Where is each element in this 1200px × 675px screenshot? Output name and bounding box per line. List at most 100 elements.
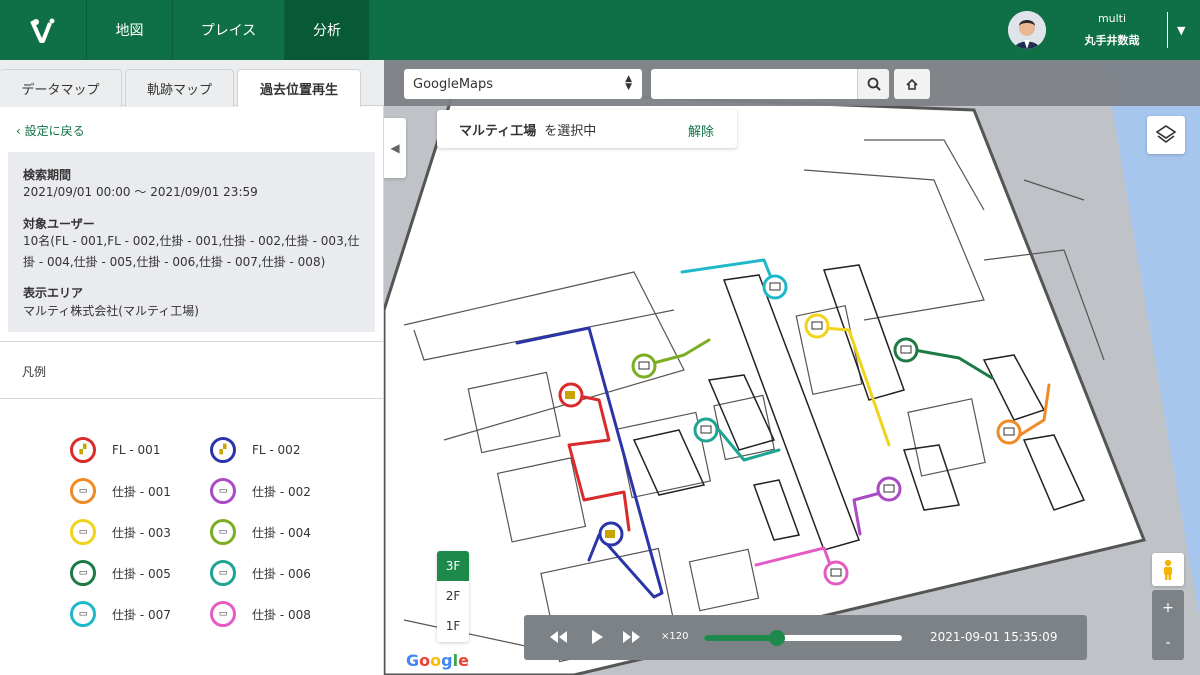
user-divider [1167, 12, 1168, 48]
panel-tabs: データマップ 軌跡マップ 過去位置再生 [0, 60, 384, 107]
user-name: multi [1097, 12, 1127, 25]
back-to-settings-link[interactable]: ‹ 設定に戻る [16, 122, 85, 139]
marker-wip-005[interactable] [893, 337, 919, 363]
forklift-icon: ▞ [210, 437, 236, 463]
legend-label: 仕掛 - 001 [112, 484, 171, 499]
home-button[interactable] [894, 69, 930, 99]
playback-slider[interactable] [704, 630, 902, 646]
cart-icon-glyph: ▭ [78, 567, 88, 578]
search-conditions-box: 検索期間 2021/09/01 00:00 〜 2021/09/01 23:59… [8, 152, 375, 332]
user-org: 丸手井数哉 [1084, 34, 1140, 47]
tab-position-replay[interactable]: 過去位置再生 [237, 69, 361, 107]
rewind-icon [550, 631, 567, 643]
cart-icon: ▭ [70, 519, 96, 545]
legend-item: ▭ 仕掛 - 006 [210, 560, 311, 586]
floor-button-1f[interactable]: 1F [437, 611, 469, 641]
playback-controls: ×120 2021-09-01 15:35:09 [524, 615, 1087, 660]
legend-label: 仕掛 - 007 [112, 607, 171, 622]
zoom-control: + - [1152, 590, 1184, 660]
street-view-button[interactable] [1152, 553, 1184, 586]
google-logo: Google [406, 651, 469, 670]
play-icon [592, 630, 603, 644]
period-value: 2021/09/01 00:00 〜 2021/09/01 23:59 [23, 185, 258, 199]
cart-icon-glyph: ▭ [218, 608, 228, 619]
marker-wip-006[interactable] [693, 417, 719, 443]
legend-item: ▭ 仕掛 - 001 [70, 478, 171, 504]
playback-slider-knob[interactable] [769, 630, 786, 646]
area-value: マルティ株式会社(マルティ工場) [23, 304, 199, 318]
floor-button-2f[interactable]: 2F [437, 581, 469, 611]
legend-item: ▭ 仕掛 - 005 [70, 560, 171, 586]
chevron-left-icon: ◀ [390, 141, 400, 155]
logo-mark-icon [30, 18, 55, 43]
forklift-icon-glyph: ▞ [79, 444, 87, 455]
marker-fl-001[interactable] [558, 382, 584, 408]
play-button[interactable] [586, 625, 608, 649]
cart-icon: ▭ [70, 601, 96, 627]
users-label: 対象ユーザー [23, 217, 95, 231]
map-type-select[interactable]: GoogleMaps ▲ ▼ [404, 69, 642, 99]
marker-wip-002[interactable] [876, 476, 902, 502]
marker-wip-007[interactable] [762, 274, 788, 300]
selected-state-text: を選択中 [544, 123, 597, 139]
app-logo[interactable] [0, 0, 86, 60]
rewind-button[interactable] [546, 625, 570, 649]
area-label: 表示エリア [23, 286, 84, 300]
legend-label: FL - 001 [112, 443, 161, 457]
fast-forward-icon [623, 631, 640, 643]
pegman-icon [1164, 559, 1172, 580]
search-icon [867, 77, 881, 91]
legend-label: 仕掛 - 008 [252, 607, 311, 622]
zoom-in-button[interactable]: + [1152, 590, 1184, 625]
fast-forward-button[interactable] [620, 625, 644, 649]
legend-label: 仕掛 - 005 [112, 566, 171, 581]
forklift-icon: ▞ [70, 437, 96, 463]
layers-button[interactable] [1147, 116, 1185, 154]
marker-wip-001[interactable] [996, 419, 1022, 445]
cart-icon-glyph: ▭ [78, 485, 88, 496]
marker-wip-008[interactable] [823, 560, 849, 586]
selection-banner: マルティ工場 を選択中 解除 [437, 110, 737, 148]
nav-tab-place[interactable]: プレイス [172, 0, 284, 60]
top-navigation-bar: 地図 プレイス 分析 multi 丸手井数哉 ▼ [0, 0, 1200, 60]
cart-icon-glyph: ▭ [78, 608, 88, 619]
legend-label: 仕掛 - 003 [112, 525, 171, 540]
map-search-input[interactable] [651, 69, 857, 99]
marker-wip-003[interactable] [804, 313, 830, 339]
cart-icon: ▭ [210, 519, 236, 545]
legend-label: 仕掛 - 004 [252, 525, 311, 540]
marker-fl-002[interactable] [598, 521, 624, 547]
period-label: 検索期間 [23, 168, 72, 182]
tab-data-map[interactable]: データマップ [0, 69, 122, 107]
avatar-person-icon [1008, 11, 1046, 49]
tab-trajectory-map[interactable]: 軌跡マップ [125, 69, 234, 107]
collapse-panel-button[interactable]: ◀ [384, 118, 406, 178]
cart-icon: ▭ [210, 478, 236, 504]
nav-tab-analysis[interactable]: 分析 [284, 0, 369, 60]
playback-speed: ×120 [661, 631, 689, 642]
select-updown-icon: ▲ ▼ [625, 74, 632, 92]
legend-label: 仕掛 - 002 [252, 484, 311, 499]
floor-button-3f[interactable]: 3F [437, 551, 469, 581]
user-avatar[interactable] [1008, 11, 1046, 49]
legend-item: ▭ 仕掛 - 002 [210, 478, 311, 504]
cart-icon: ▭ [210, 601, 236, 627]
user-menu-caret-icon[interactable]: ▼ [1177, 24, 1185, 37]
cancel-selection-button[interactable]: 解除 [688, 121, 714, 140]
users-value: 10名(FL - 001,FL - 002,仕掛 - 001,仕掛 - 002,… [23, 234, 360, 269]
cart-icon-glyph: ▭ [218, 485, 228, 496]
marker-wip-004[interactable] [631, 353, 657, 379]
nav-tab-map[interactable]: 地図 [86, 0, 172, 60]
map-view[interactable]: GoogleMaps ▲ ▼ ◀ マルティ工場 を選択中 解除 3F 2F 1F … [384, 60, 1200, 675]
back-label: 設定に戻る [24, 124, 85, 138]
zoom-out-button[interactable]: - [1152, 625, 1184, 660]
divider [0, 341, 384, 342]
cart-icon: ▭ [70, 478, 96, 504]
search-button[interactable] [857, 69, 889, 99]
left-panel: データマップ 軌跡マップ 過去位置再生 ‹ 設定に戻る 検索期間 2021/09… [0, 60, 384, 675]
cart-icon-glyph: ▭ [78, 526, 88, 537]
legend-item: ▭ 仕掛 - 008 [210, 601, 311, 627]
legend-item: ▞ FL - 001 [70, 437, 160, 463]
cart-icon-glyph: ▭ [218, 567, 228, 578]
cart-icon: ▭ [210, 560, 236, 586]
